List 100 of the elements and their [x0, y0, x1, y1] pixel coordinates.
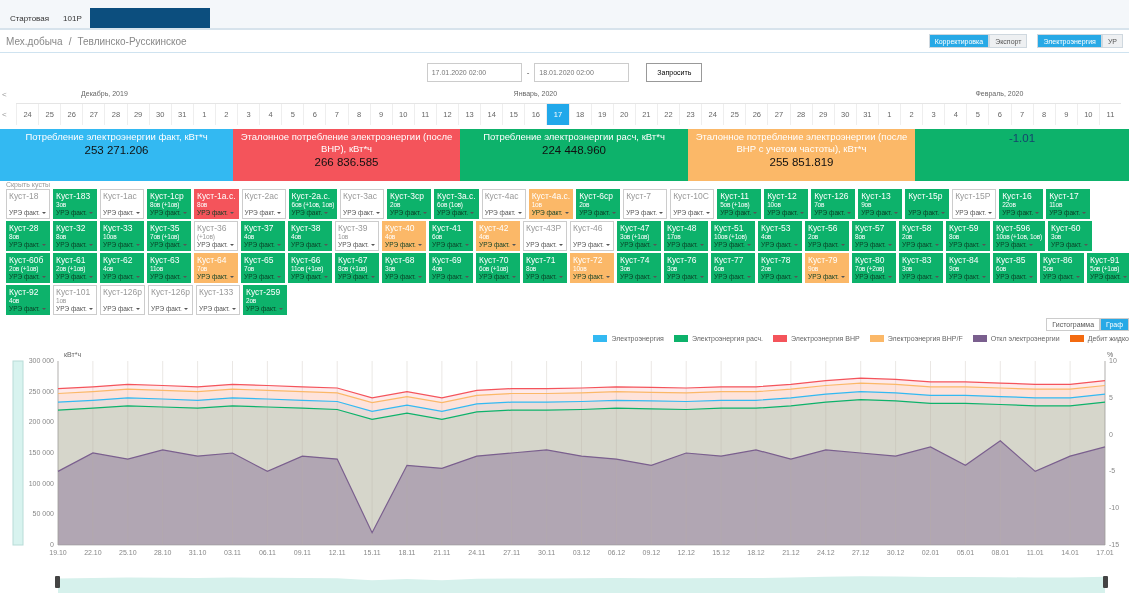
cluster-name: Куст-53 [761, 223, 792, 233]
cluster-name: Куст-38 [291, 223, 322, 233]
caret-icon[interactable] [511, 244, 516, 246]
cluster-name: Куст-40 [385, 223, 416, 233]
cluster-name: Куст-51 [714, 223, 745, 233]
top-tab[interactable]: Стартовая [4, 8, 56, 28]
caret-icon[interactable] [558, 244, 563, 246]
caret-icon[interactable] [988, 212, 993, 214]
cluster-name: Куст-35 [150, 223, 181, 233]
caret-icon[interactable] [277, 212, 282, 214]
cluster-name: Куст-6ср [579, 191, 614, 201]
caret-icon[interactable] [41, 212, 46, 214]
cluster-name: Куст-11 [720, 191, 751, 201]
cluster-name: Куст-39 [338, 223, 369, 233]
cluster-name: Куст-4ас [484, 191, 520, 201]
caret-icon[interactable] [840, 276, 845, 278]
cluster-name: Куст-15Р [955, 191, 992, 201]
cluster-name: Куст-58 [902, 223, 933, 233]
caret-icon[interactable] [417, 244, 422, 246]
caret-icon[interactable] [706, 212, 711, 214]
caret-icon[interactable] [231, 308, 236, 310]
cluster-name: Куст-126р [103, 287, 142, 297]
cluster-name: Куст-72 [573, 255, 604, 265]
cluster-name: Куст-126 [814, 191, 850, 201]
kpi-value: 255 851.819 [769, 156, 834, 168]
kpi-value: 266 836.585 [314, 156, 379, 168]
cluster-name: Куст-68 [385, 255, 416, 265]
cluster-name: Куст-12 [767, 191, 798, 201]
caret-icon[interactable] [376, 212, 380, 214]
cluster-name: Куст-46 [573, 223, 604, 233]
cluster-name: Куст-13 [861, 191, 892, 201]
cluster-name: Куст-7 [626, 191, 652, 201]
cluster-name: Куст-42 [479, 223, 510, 233]
cluster-name: Куст-83 [902, 255, 933, 265]
date-dash: - [526, 67, 530, 77]
cluster-name: Куст-183 [56, 191, 92, 201]
cluster-name: Куст-79 [808, 255, 839, 265]
cluster-name: Куст-41 [432, 223, 463, 233]
cluster-name: Куст-67 [338, 255, 369, 265]
top-tab[interactable]: 101Р [57, 8, 88, 28]
cluster-name: Куст-84 [949, 255, 980, 265]
kpi-title: Эталонное потребление электроэнергии (после ВНР), кВт*ч [239, 131, 454, 155]
cluster-name: Куст-47 [620, 223, 651, 233]
cluster-name: Куст-57 [855, 223, 886, 233]
cluster-name: Куст-59 [949, 223, 980, 233]
cluster-name: Куст-43Р [526, 223, 563, 233]
cluster-name: Куст-77 [714, 255, 745, 265]
caret-icon[interactable] [605, 244, 610, 246]
cluster-name: Куст-10С [673, 191, 710, 201]
cluster-name: Куст-16 [1002, 191, 1033, 201]
caret-icon[interactable] [229, 276, 234, 278]
cluster-name: Куст-60 [1051, 223, 1082, 233]
kpi-value: 253 271.206 [84, 144, 149, 156]
caret-icon[interactable] [605, 276, 610, 278]
navigator-handle[interactable] [55, 576, 60, 588]
cluster-name: Куст-33 [103, 223, 134, 233]
caret-icon[interactable] [517, 212, 522, 214]
cluster-name: Куст-126р [151, 287, 190, 297]
cluster-name: Куст-65 [244, 255, 275, 265]
cluster-name: Куст-1ас [103, 191, 138, 201]
cluster-name: Куст-62 [103, 255, 134, 265]
cluster-name: Куст-15р [908, 191, 944, 201]
navigator-handle[interactable] [1103, 576, 1108, 588]
caret-icon[interactable] [659, 212, 664, 214]
cluster-name: Куст-133 [199, 287, 235, 297]
caret-icon[interactable] [370, 244, 375, 246]
kpi-value: 224 448.960 [542, 144, 606, 156]
cluster-name: Куст-76 [667, 255, 698, 265]
cluster-name: Куст-101 [56, 287, 92, 297]
kpi-title: Потребление электроэнергии расч, кВт*ч [483, 131, 665, 143]
cluster-name: Куст-2ас [244, 191, 280, 201]
cluster-name: Куст-64 [197, 255, 228, 265]
kpi-title: Потребление электроэнергии факт, кВт*ч [25, 131, 208, 143]
cluster-name: Куст-259 [246, 287, 282, 297]
cluster-name: Куст-85 [996, 255, 1027, 265]
cluster-name: Куст-56 [808, 223, 839, 233]
cluster-name: Куст-1а.с. [197, 191, 236, 201]
breadcrumb-item[interactable]: Тевлинско-Русскинское [77, 35, 187, 47]
cluster-name: Куст-37 [244, 223, 275, 233]
caret-icon[interactable] [183, 308, 188, 310]
cluster-name: Куст-61 [56, 255, 87, 265]
caret-icon[interactable] [135, 212, 140, 214]
cluster-name: Куст-66 [291, 255, 322, 265]
caret-icon[interactable] [229, 244, 234, 246]
cluster-name: Куст-69 [432, 255, 463, 265]
cluster-name: Куст-71 [526, 255, 557, 265]
caret-icon[interactable] [135, 308, 140, 310]
cluster-name: Куст-28 [9, 223, 40, 233]
cluster-name: Куст-596 [996, 223, 1032, 233]
cluster-name: Куст-18 [9, 191, 40, 201]
caret-icon[interactable] [564, 212, 569, 214]
cluster-name: Куст-91 [1090, 255, 1121, 265]
cluster-name: Куст-36 [197, 223, 228, 233]
kpi-value: -1.01 [1008, 132, 1036, 144]
range-slider[interactable] [12, 360, 24, 546]
cluster-name: Куст-80 [855, 255, 886, 265]
cluster-name: Куст-3ср [390, 191, 425, 201]
cluster-name: Куст-78 [761, 255, 792, 265]
breadcrumb-item[interactable]: Мех.добыча [6, 35, 63, 47]
caret-icon[interactable] [88, 308, 93, 310]
